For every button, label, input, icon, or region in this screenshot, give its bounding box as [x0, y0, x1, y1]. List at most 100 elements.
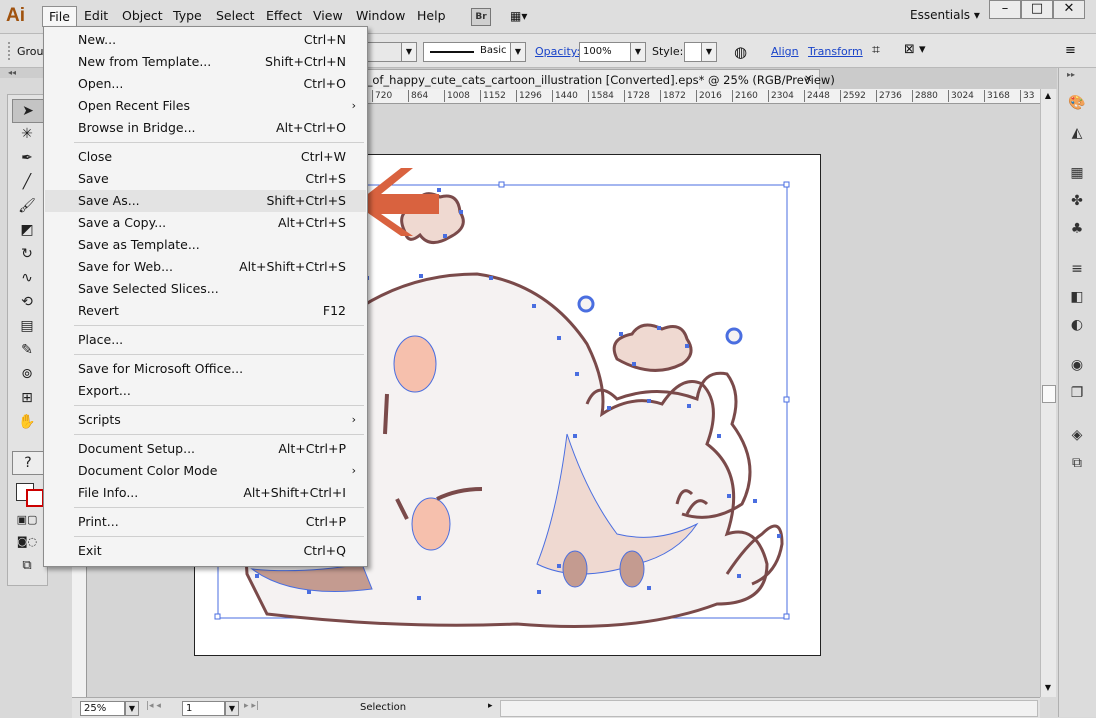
- zoom-dropdown-icon[interactable]: ▼: [125, 701, 139, 716]
- graph-tool-icon[interactable]: ▤: [12, 315, 42, 337]
- menu-item-open-recent[interactable]: Open Recent Files ›: [45, 95, 366, 117]
- vertical-scrollbar[interactable]: ▲ ▼: [1040, 89, 1056, 697]
- transform-link[interactable]: Transform: [808, 45, 863, 58]
- bridge-button[interactable]: Br: [471, 8, 491, 26]
- transform-options-icon[interactable]: ⊠ ▾: [904, 42, 926, 57]
- menu-type[interactable]: Type: [167, 6, 208, 26]
- graphic-styles-panel-icon[interactable]: ❐: [1066, 382, 1088, 404]
- pen-tool-icon[interactable]: ✒: [12, 147, 42, 169]
- help-tool-icon[interactable]: ?: [12, 451, 44, 475]
- menu-edit[interactable]: Edit: [78, 6, 114, 26]
- color-mode-icon[interactable]: ▣▢: [12, 509, 42, 531]
- menu-item-new[interactable]: New... Ctrl+N: [45, 29, 366, 51]
- gradient-panel-icon[interactable]: ◧: [1066, 286, 1088, 308]
- scroll-down-icon[interactable]: ▼: [1042, 683, 1054, 693]
- menu-item-save-for-microsoft-office[interactable]: Save for Microsoft Office...: [45, 358, 366, 380]
- menu-item-save[interactable]: Save Ctrl+S: [45, 168, 366, 190]
- close-button[interactable]: ✕: [1053, 0, 1085, 19]
- selection-tool-icon[interactable]: ➤: [12, 99, 44, 123]
- menu-select[interactable]: Select: [210, 6, 261, 26]
- layers-panel-icon[interactable]: ◈: [1066, 424, 1088, 446]
- menu-item-save-as-template[interactable]: Save as Template...: [45, 234, 366, 256]
- menu-item-place[interactable]: Place...: [45, 329, 366, 351]
- artboard-tool-icon[interactable]: ⊞: [12, 387, 42, 409]
- menu-item-close[interactable]: Close Ctrl+W: [45, 146, 366, 168]
- transparency-panel-icon[interactable]: ◐: [1066, 314, 1088, 336]
- stroke-panel-icon[interactable]: ≡: [1066, 258, 1088, 280]
- menu-item-new-from-template[interactable]: New from Template... Shift+Ctrl+N: [45, 51, 366, 73]
- stroke-weight-field[interactable]: [366, 42, 402, 62]
- menu-item-exit[interactable]: Exit Ctrl+Q: [45, 540, 366, 562]
- eyedropper-tool-icon[interactable]: ✎: [12, 339, 42, 361]
- stroke-weight-dropdown[interactable]: ▼: [401, 42, 417, 62]
- free-transform-tool-icon[interactable]: ⟲: [12, 291, 42, 313]
- warp-tool-icon[interactable]: ∿: [12, 267, 42, 289]
- line-tool-icon[interactable]: ╱: [12, 171, 42, 193]
- arrange-documents-icon[interactable]: ▦▾: [510, 8, 540, 24]
- scroll-up-icon[interactable]: ▲: [1042, 91, 1054, 101]
- symbols-panel-icon[interactable]: ♣: [1066, 218, 1088, 240]
- maximize-button[interactable]: □: [1021, 0, 1053, 19]
- menu-help[interactable]: Help: [411, 6, 452, 26]
- paintbrush-tool-icon[interactable]: 🖌: [12, 195, 42, 217]
- menu-item-open[interactable]: Open... Ctrl+O: [45, 73, 366, 95]
- isolate-group-icon[interactable]: ⌗: [872, 42, 880, 58]
- menu-item-revert[interactable]: Revert F12: [45, 300, 366, 322]
- appearance-panel-icon[interactable]: ◉: [1066, 354, 1088, 376]
- menu-item-print[interactable]: Print... Ctrl+P: [45, 511, 366, 533]
- dock-expand-icon[interactable]: ▸▸: [1067, 70, 1075, 79]
- rotate-tool-icon[interactable]: ↻: [12, 243, 42, 265]
- workspace-switcher[interactable]: Essentials ▾: [910, 8, 980, 22]
- menu-window[interactable]: Window: [350, 6, 411, 26]
- menu-item-scripts[interactable]: Scripts ›: [45, 409, 366, 431]
- zoom-field[interactable]: 25%: [80, 701, 125, 716]
- recolor-artwork-icon[interactable]: ◍: [734, 43, 747, 61]
- close-tab-icon[interactable]: ✕: [804, 70, 812, 90]
- opacity-input[interactable]: 100%: [579, 42, 634, 62]
- menu-effect[interactable]: Effect: [260, 6, 308, 26]
- menu-item-save-a-copy[interactable]: Save a Copy... Alt+Ctrl+S: [45, 212, 366, 234]
- menu-item-save-as[interactable]: Save As... Shift+Ctrl+S: [45, 190, 366, 212]
- artboards-panel-icon[interactable]: ⧉: [1066, 452, 1088, 474]
- draw-mode-icon[interactable]: ◙◌: [12, 531, 42, 553]
- brushes-panel-icon[interactable]: ✤: [1066, 190, 1088, 212]
- shaper-tool-icon[interactable]: ◩: [12, 219, 42, 241]
- symbol-sprayer-tool-icon[interactable]: ⊚: [12, 363, 42, 385]
- menu-item-shortcut: Alt+Ctrl+P: [278, 441, 346, 456]
- artboard-nav-next-icon[interactable]: ▸ ▸|: [244, 701, 259, 711]
- stroke-swatch[interactable]: [26, 489, 44, 507]
- opacity-dropdown[interactable]: ▼: [630, 42, 646, 62]
- artboard-number-field[interactable]: 1: [182, 701, 225, 716]
- stroke-profile-dropdown[interactable]: ▼: [510, 42, 526, 62]
- graphic-style-dropdown[interactable]: ▼: [701, 42, 717, 62]
- graphic-style-swatch[interactable]: [684, 42, 702, 62]
- stroke-profile-field[interactable]: Basic: [423, 42, 511, 62]
- menu-object[interactable]: Object: [116, 6, 169, 26]
- menu-item-save-for-web[interactable]: Save for Web... Alt+Shift+Ctrl+S: [45, 256, 366, 278]
- scroll-thumb[interactable]: [1042, 385, 1056, 403]
- ruler-tick-label: 864: [408, 90, 428, 102]
- magic-wand-tool-icon[interactable]: ✳: [12, 123, 42, 145]
- color-guide-panel-icon[interactable]: ◭: [1066, 122, 1088, 144]
- menu-item-save-selected-slices[interactable]: Save Selected Slices...: [45, 278, 366, 300]
- menu-item-document-setup[interactable]: Document Setup... Alt+Ctrl+P: [45, 438, 366, 460]
- menu-item-export[interactable]: Export...: [45, 380, 366, 402]
- artboard-dropdown-icon[interactable]: ▼: [225, 701, 239, 716]
- menu-view[interactable]: View: [307, 6, 349, 26]
- artboard-nav-prev-icon[interactable]: |◂ ◂: [146, 701, 161, 711]
- menu-item-document-color-mode[interactable]: Document Color Mode ›: [45, 460, 366, 482]
- swatches-panel-icon[interactable]: ▦: [1066, 162, 1088, 184]
- opacity-link[interactable]: Opacity:: [535, 45, 580, 58]
- hand-tool-icon[interactable]: ✋: [12, 411, 42, 433]
- menu-file[interactable]: File: [42, 6, 77, 27]
- menu-item-browse-in-bridge[interactable]: Browse in Bridge... Alt+Ctrl+O: [45, 117, 366, 139]
- color-panel-icon[interactable]: 🎨: [1066, 92, 1088, 114]
- horizontal-scrollbar[interactable]: [500, 700, 1038, 717]
- menu-item-file-info[interactable]: File Info... Alt+Shift+Ctrl+I: [45, 482, 366, 504]
- screen-mode-icon[interactable]: ⧉: [12, 555, 42, 577]
- panel-menu-icon[interactable]: ≡: [1065, 43, 1076, 58]
- align-link[interactable]: Align: [771, 45, 799, 58]
- status-menu-icon[interactable]: ▸: [488, 701, 493, 711]
- minimize-button[interactable]: –: [989, 0, 1021, 19]
- document-tab[interactable]: et_of_happy_cute_cats_cartoon_illustrati…: [348, 69, 835, 90]
